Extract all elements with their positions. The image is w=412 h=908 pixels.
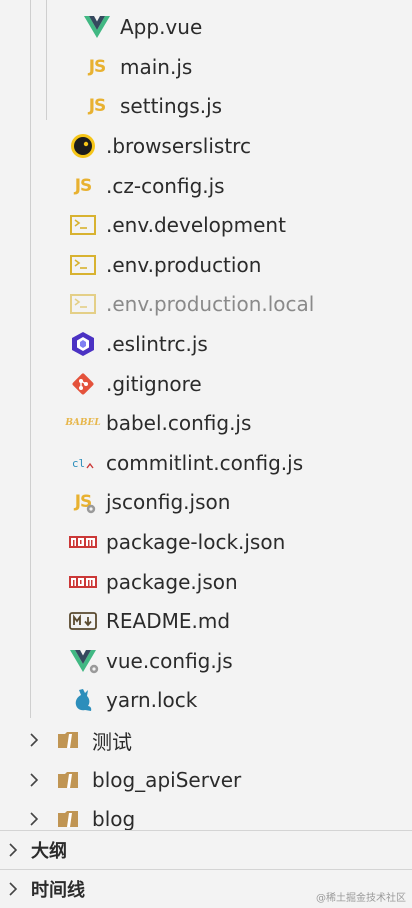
js-icon: JS [88, 57, 107, 77]
file-label: .cz-config.js [106, 174, 225, 198]
file-label: .eslintrc.js [106, 332, 208, 356]
env-terminal-icon [68, 289, 98, 319]
file-item-env-production-local[interactable]: .env.production.local [0, 284, 412, 324]
file-item-settings-js[interactable]: JS settings.js [0, 86, 412, 126]
file-item-cz-config-js[interactable]: JS .cz-config.js [0, 166, 412, 206]
file-item-eslintrc-js[interactable]: .eslintrc.js [0, 324, 412, 364]
file-label: package-lock.json [106, 530, 286, 554]
markdown-icon [68, 606, 98, 636]
file-item-yarn-lock[interactable]: yarn.lock [0, 680, 412, 720]
file-item-vue-config-js[interactable]: vue.config.js [0, 641, 412, 681]
chevron-right-icon[interactable] [3, 877, 23, 901]
section-label: 大纲 [31, 841, 67, 862]
js-icon: JS [88, 96, 107, 116]
file-item-gitignore[interactable]: .gitignore [0, 364, 412, 404]
file-label: jsconfig.json [106, 490, 231, 514]
file-label: .gitignore [106, 372, 202, 396]
file-item-jsconfig-json[interactable]: JS jsconfig.json [0, 482, 412, 522]
file-item-package-json[interactable]: package.json [0, 562, 412, 602]
folder-label: blog [92, 807, 136, 830]
file-label: main.js [120, 55, 193, 79]
file-label: .env.development [106, 213, 286, 237]
file-item-main-js[interactable]: JS main.js [0, 47, 412, 87]
file-label: README.md [106, 609, 231, 633]
folder-icon [54, 725, 82, 755]
file-item-commitlint-config-js[interactable]: cl commitlint.config.js [0, 443, 412, 483]
file-item-browserslistrc[interactable]: .browserslistrc [0, 126, 412, 166]
file-explorer-tree: App.vue JS main.js JS settings.js .brows… [0, 0, 412, 830]
file-label: commitlint.config.js [106, 451, 304, 475]
folder-label: 测试 [92, 729, 132, 754]
folder-item-blog-apiserver[interactable]: blog_apiServer [0, 760, 412, 800]
file-label: .env.production [106, 253, 262, 277]
env-terminal-icon [68, 250, 98, 280]
file-label: settings.js [120, 94, 223, 118]
file-label: .browserslistrc [106, 134, 251, 158]
vue-icon [82, 12, 112, 42]
file-item-app-vue[interactable]: App.vue [0, 7, 412, 47]
section-label: 时间线 [31, 880, 85, 901]
eslint-icon [68, 329, 98, 359]
file-label: vue.config.js [106, 649, 233, 673]
file-label: App.vue [120, 15, 203, 39]
file-item-env-development[interactable]: .env.development [0, 205, 412, 245]
file-item-package-lock-json[interactable]: package-lock.json [0, 522, 412, 562]
js-icon: JS [74, 176, 93, 196]
folder-item-ceshi[interactable]: 测试 [0, 720, 412, 760]
file-label: yarn.lock [106, 688, 198, 712]
chevron-right-icon[interactable] [3, 838, 23, 862]
env-terminal-icon [68, 210, 98, 240]
npm-icon [68, 567, 98, 597]
file-label: package.json [106, 570, 238, 594]
file-item-readme-md[interactable]: README.md [0, 601, 412, 641]
chevron-right-icon[interactable] [24, 728, 44, 752]
folder-label: blog_apiServer [92, 768, 242, 792]
file-item-babel-config-js[interactable]: BABEL babel.config.js [0, 403, 412, 443]
folder-item-blog[interactable]: blog [0, 799, 412, 830]
browserslist-icon [68, 131, 98, 161]
jsconfig-icon: JS [68, 487, 98, 517]
file-label: .env.production.local [106, 292, 315, 316]
file-label: babel.config.js [106, 411, 252, 435]
chevron-right-icon[interactable] [24, 768, 44, 792]
vue-config-icon [68, 646, 99, 676]
section-outline[interactable]: 大纲 [0, 830, 412, 869]
chevron-right-icon[interactable] [24, 807, 44, 830]
git-icon [68, 369, 98, 399]
folder-icon [54, 804, 82, 830]
file-item-env-production[interactable]: .env.production [0, 245, 412, 285]
yarn-icon [68, 685, 98, 715]
watermark: @稀土掘金技术社区 [316, 893, 406, 904]
folder-icon [54, 765, 82, 795]
npm-icon [68, 527, 98, 557]
commitlint-icon: cl [68, 448, 98, 478]
babel-icon: BABEL [65, 418, 101, 428]
